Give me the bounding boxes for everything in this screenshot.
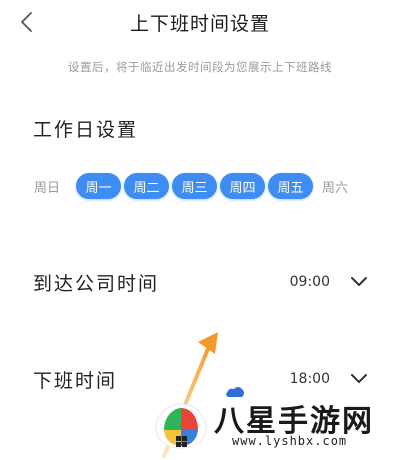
day-toggle-wed[interactable]: 周三 (172, 173, 217, 199)
day-toggle-thu[interactable]: 周四 (220, 173, 265, 199)
day-toggle-mon[interactable]: 周一 (76, 173, 121, 199)
page-title: 上下班时间设置 (129, 13, 270, 35)
arrive-time-row[interactable]: 到达公司时间 09:00 (33, 267, 368, 297)
day-toggle-tue[interactable]: 周二 (124, 173, 169, 199)
day-toggle-sat[interactable]: 周六 (322, 177, 360, 196)
page-subtitle: 设置后，将于临近出发时间段为您展示上下班路线 (68, 60, 332, 74)
arrive-time-value: 09:00 (289, 274, 330, 290)
chevron-down-icon[interactable] (350, 373, 368, 385)
weekday-selector: 周日 周一 周二 周三 周四 周五 周六 (34, 172, 360, 200)
day-toggle-sun[interactable]: 周日 (34, 177, 76, 196)
header-bar: 上下班时间设置 (0, 0, 400, 44)
leave-time-value: 18:00 (289, 371, 330, 387)
day-toggle-fri[interactable]: 周五 (268, 173, 313, 199)
arrive-time-label: 到达公司时间 (33, 272, 160, 295)
watermark: 八星手游网 www.lyshbx.com (150, 396, 400, 456)
watermark-url: www.lyshbx.com (232, 434, 348, 448)
chevron-down-icon[interactable] (350, 276, 368, 288)
watermark-logo-icon (155, 403, 207, 449)
workday-heading: 工作日设置 (33, 119, 139, 141)
